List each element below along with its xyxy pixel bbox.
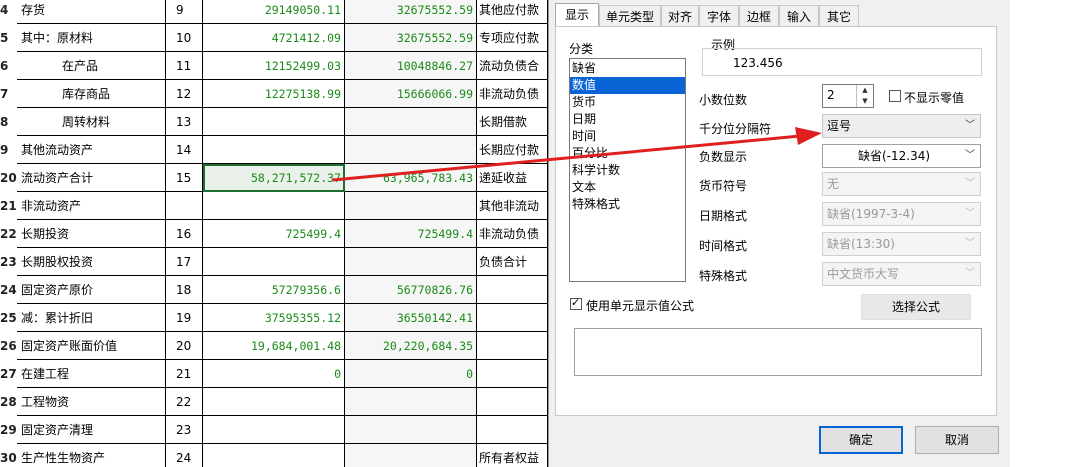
arrow-head: [795, 127, 822, 145]
annotation-arrow: [332, 127, 822, 182]
arrow-line: [332, 134, 801, 182]
